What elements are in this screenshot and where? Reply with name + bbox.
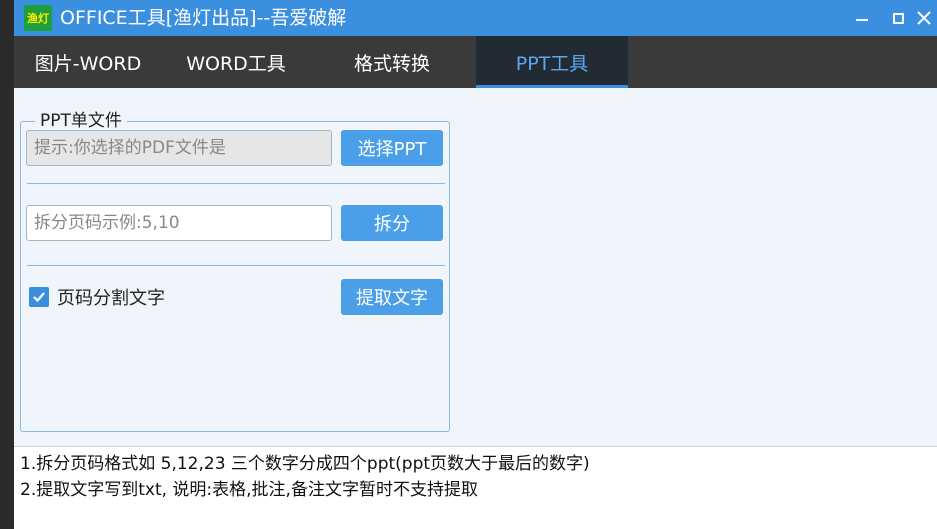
tab-word-tools[interactable]: WORD工具 [172, 36, 300, 88]
divider [27, 183, 445, 184]
checkbox-label: 页码分割文字 [57, 288, 165, 309]
close-icon [917, 11, 931, 25]
file-path-input[interactable]: 提示:你选择的PDF文件是 [26, 130, 332, 166]
select-ppt-button[interactable]: 选择PPT [341, 130, 443, 166]
extract-text-button[interactable]: 提取文字 [341, 279, 443, 315]
notes-textbox[interactable]: 1.拆分页码格式如 5,12,23 三个数字分成四个ppt(ppt页数大于最后的… [14, 446, 937, 529]
window-title: OFFICE工具[渔灯出品]--吾爱破解 [60, 7, 347, 29]
tab-image-word[interactable]: 图片-WORD [14, 36, 162, 88]
note-line: 1.拆分页码格式如 5,12,23 三个数字分成四个ppt(ppt页数大于最后的… [20, 454, 590, 474]
minimize-icon [856, 19, 868, 21]
checkbox-checked-icon[interactable] [29, 287, 49, 307]
note-line: 2.提取文字写到txt, 说明:表格,批注,备注文字暂时不支持提取 [20, 480, 478, 500]
group-legend: PPT单文件 [35, 110, 127, 132]
title-bar[interactable]: 渔灯 OFFICE工具[渔灯出品]--吾爱破解 [14, 0, 937, 36]
split-text-by-page-checkbox[interactable]: 页码分割文字 [29, 285, 165, 309]
app-logo-icon: 渔灯 [24, 5, 52, 31]
split-button[interactable]: 拆分 [341, 205, 443, 241]
divider [27, 265, 445, 266]
maximize-icon [892, 12, 904, 24]
checkmark-icon [33, 292, 45, 303]
app-window: 渔灯 OFFICE工具[渔灯出品]--吾爱破解 图片-WORD WORD工具 格… [14, 0, 937, 529]
tab-ppt-tools[interactable]: PPT工具 [476, 36, 628, 88]
ppt-single-file-group: PPT单文件 提示:你选择的PDF文件是 选择PPT 拆分页码示例:5,10 拆… [20, 110, 450, 432]
tab-bar: 图片-WORD WORD工具 格式转换 PPT工具 [14, 36, 937, 88]
minimize-button[interactable] [844, 0, 880, 36]
tab-format-convert[interactable]: 格式转换 [332, 36, 452, 88]
split-pages-input[interactable]: 拆分页码示例:5,10 [26, 205, 332, 241]
close-button[interactable] [906, 0, 937, 36]
